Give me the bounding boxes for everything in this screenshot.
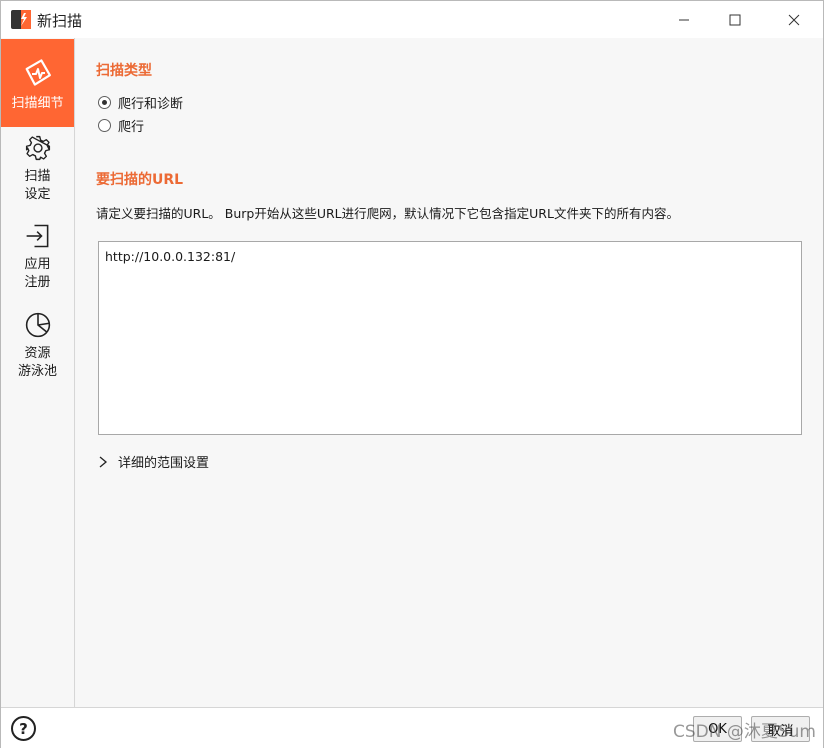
question-icon: ? (19, 719, 28, 738)
urls-textarea[interactable]: http://10.0.0.132:81/ (98, 241, 802, 435)
burp-logo-icon (11, 10, 31, 29)
crawl-only-radio[interactable] (98, 119, 111, 132)
window-title: 新扫描 (37, 12, 83, 30)
minimize-button[interactable] (661, 1, 707, 38)
detailed-scope-label: 详细的范围设置 (118, 456, 210, 471)
main-panel: 扫描类型 爬行和诊断 爬行 要扫描的URL 请定义要扫描的URL。 Burp开始… (76, 38, 823, 707)
sidebar: 扫描细节 扫描 设定 应用 注册 资源 游泳池 (1, 38, 75, 707)
minimize-icon (679, 19, 689, 20)
maximize-button[interactable] (712, 1, 758, 38)
sidebar-item-scan-config[interactable]: 扫描 设定 (1, 134, 74, 204)
detailed-scope-expander[interactable]: 详细的范围设置 (98, 452, 209, 471)
crawl-and-audit-radio[interactable] (98, 96, 111, 109)
maximize-icon (729, 14, 741, 25)
new-scan-window: 新扫描 扫描细节 扫描 设定 应用 注册 资源 游泳池 扫描类型 爬行和诊断 爬… (0, 0, 824, 748)
title-bar: 新扫描 (1, 1, 823, 38)
sidebar-item-label: 资源 游泳池 (17, 346, 57, 379)
sidebar-item-label: 扫描细节 (11, 96, 64, 111)
sidebar-item-app-login[interactable]: 应用 注册 (1, 222, 74, 292)
urls-description: 请定义要扫描的URL。 Burp开始从这些URL进行爬网，默认情况下它包含指定U… (96, 206, 679, 221)
crawl-and-audit-option[interactable]: 爬行和诊断 (98, 93, 183, 112)
crawl-and-audit-label: 爬行和诊断 (118, 97, 184, 112)
crawl-only-label: 爬行 (118, 120, 145, 135)
pie-chart-icon (25, 312, 50, 338)
login-icon (26, 224, 48, 248)
sidebar-item-label: 应用 注册 (24, 257, 51, 290)
scan-details-icon (25, 59, 51, 86)
scan-type-title: 扫描类型 (96, 63, 152, 79)
sidebar-item-label: 扫描 设定 (24, 169, 51, 202)
help-button[interactable]: ? (11, 716, 36, 741)
cancel-button[interactable]: 取消 (751, 716, 810, 742)
url-entry: http://10.0.0.132:81/ (105, 249, 236, 264)
crawl-only-option[interactable]: 爬行 (98, 116, 144, 135)
sidebar-item-scan-details[interactable]: 扫描细节 (1, 39, 74, 127)
chevron-right-icon (99, 456, 108, 467)
close-icon (788, 14, 800, 25)
close-button[interactable] (771, 1, 817, 38)
sidebar-item-resource-pool[interactable]: 资源 游泳池 (1, 311, 74, 381)
footer-bar: ? OK 取消 CSDN @沐夏Sum (1, 707, 823, 748)
urls-title: 要扫描的URL (96, 172, 184, 188)
ok-button[interactable]: OK (693, 716, 742, 742)
gear-icon (25, 135, 50, 161)
